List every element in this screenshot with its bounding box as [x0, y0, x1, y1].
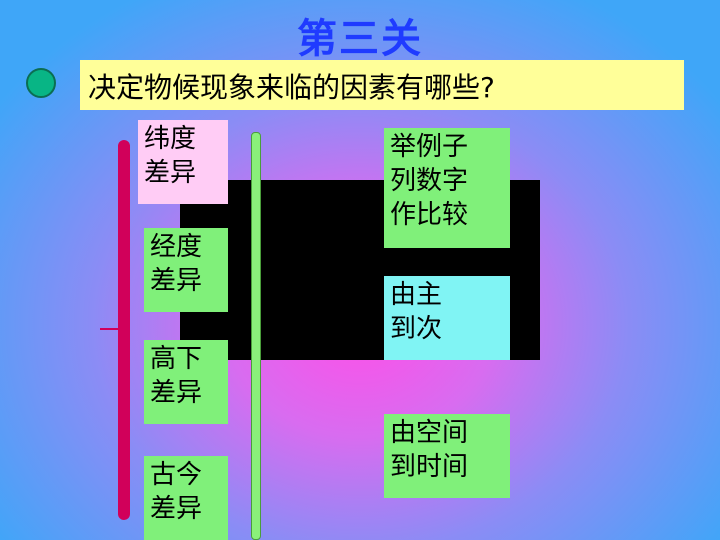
bullet-circle-icon: [26, 68, 56, 98]
method-space-to-time: 由空间 到时间: [384, 414, 510, 498]
divider-bar: [251, 132, 261, 540]
factor-latitude: 纬度 差异: [138, 120, 228, 204]
slide-title: 第三关: [297, 16, 423, 62]
question-banner: 决定物候现象来临的因素有哪些?: [80, 60, 684, 110]
left-brace-tip: [100, 328, 118, 330]
left-brace: [118, 140, 130, 520]
factor-altitude: 高下 差异: [144, 340, 228, 424]
method-primary-to-secondary: 由主 到次: [384, 276, 510, 360]
factor-ancient-modern: 古今 差异: [144, 456, 228, 540]
method-examples-numbers-comparison: 举例子 列数字 作比较: [384, 128, 510, 248]
factor-longitude: 经度 差异: [144, 228, 228, 312]
